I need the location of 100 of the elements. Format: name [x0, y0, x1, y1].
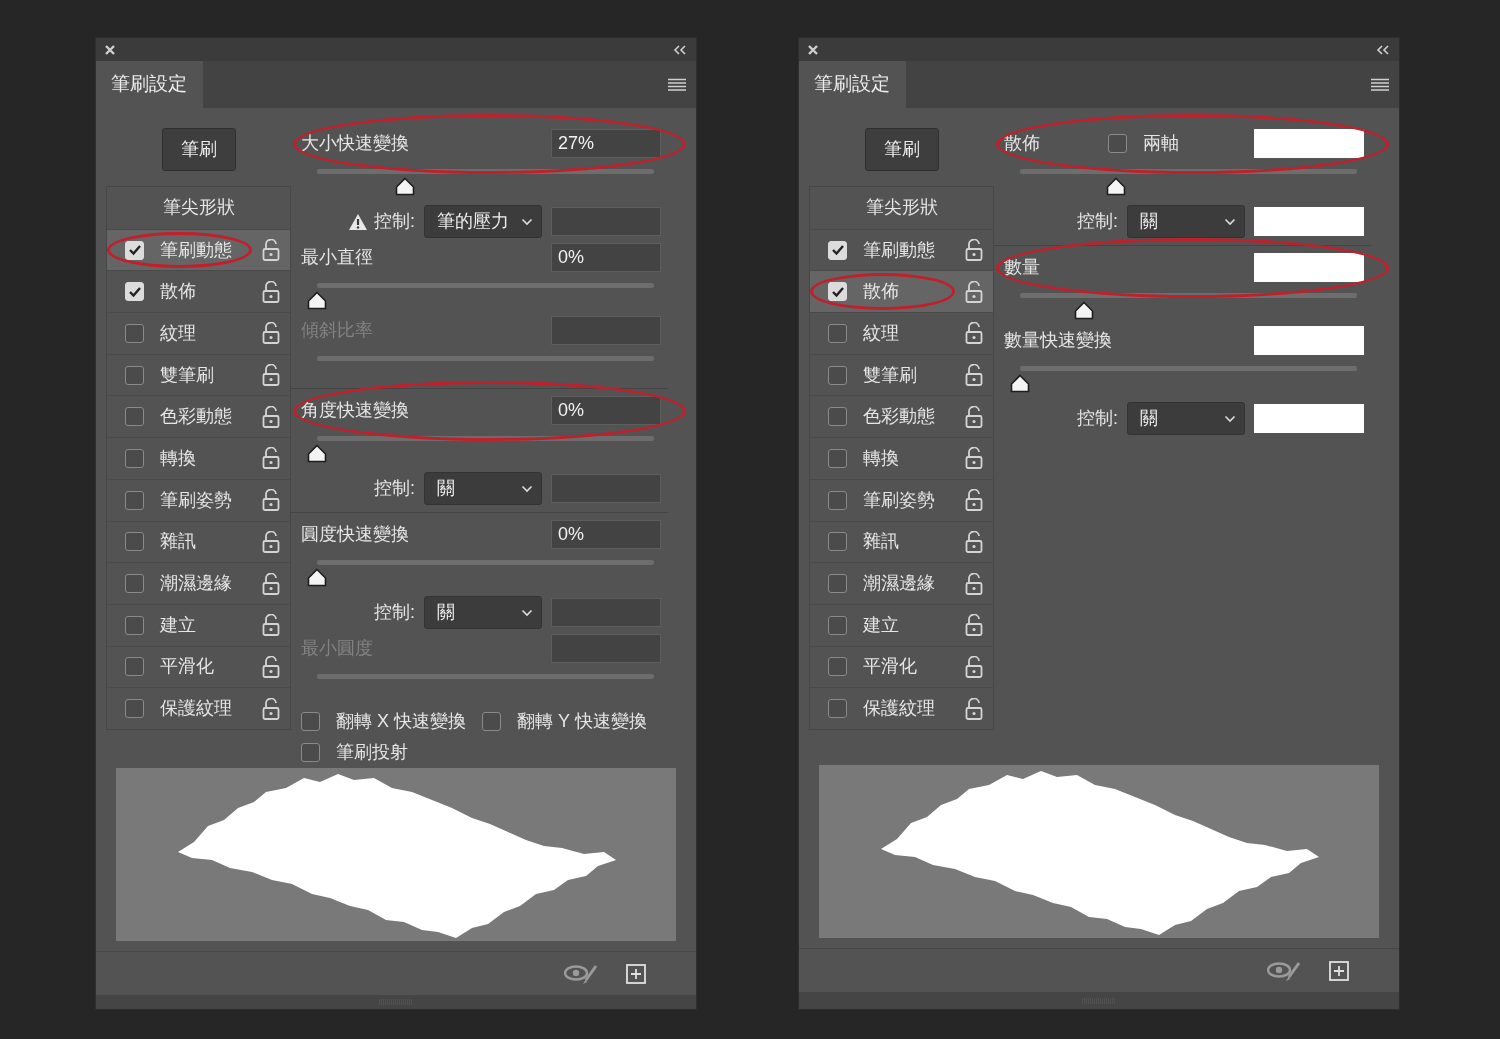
lock-icon[interactable]: [965, 405, 983, 428]
eye-brush-icon[interactable]: [564, 962, 598, 985]
panel-tab[interactable]: 筆刷設定: [799, 61, 906, 108]
lock-icon[interactable]: [262, 572, 280, 595]
lock-icon[interactable]: [262, 489, 280, 512]
checkbox[interactable]: [125, 407, 144, 427]
checkbox[interactable]: [301, 712, 320, 731]
checkbox[interactable]: [125, 699, 144, 719]
brush-category-item[interactable]: 雜訊: [810, 520, 993, 563]
close-icon[interactable]: [807, 43, 819, 56]
lock-icon[interactable]: [262, 447, 280, 470]
slider-thumb[interactable]: [1106, 176, 1127, 196]
value-field[interactable]: [551, 598, 661, 627]
value-field[interactable]: 0%: [551, 519, 661, 549]
value-field[interactable]: [551, 207, 661, 236]
menu-icon[interactable]: [668, 78, 686, 91]
value-field[interactable]: [551, 474, 661, 503]
brush-category-item[interactable]: 筆刷姿勢: [107, 478, 290, 521]
slider-thumb[interactable]: [307, 443, 327, 463]
brush-category-item[interactable]: 潮濕邊緣: [107, 562, 290, 604]
brush-category-item[interactable]: 雙筆刷: [107, 353, 290, 396]
brush-category-item[interactable]: 紋理: [810, 312, 993, 354]
lock-icon[interactable]: [262, 614, 280, 637]
checkbox[interactable]: [828, 323, 847, 343]
chevron-down-icon[interactable]: [1224, 217, 1236, 226]
chevron-down-icon[interactable]: [521, 608, 533, 617]
lock-icon[interactable]: [965, 447, 983, 470]
checkbox[interactable]: [1108, 133, 1127, 153]
lock-icon[interactable]: [965, 572, 983, 595]
value-field[interactable]: 27%: [551, 128, 661, 158]
slider-thumb[interactable]: [307, 290, 327, 310]
lock-icon[interactable]: [965, 239, 983, 262]
brush-category-item[interactable]: 潮濕邊緣: [810, 562, 993, 604]
brush-category-item[interactable]: 雜訊: [107, 520, 290, 563]
brush-category-item[interactable]: 紋理: [107, 312, 290, 354]
lock-icon[interactable]: [965, 530, 983, 553]
lock-icon[interactable]: [262, 697, 280, 720]
slider-thumb[interactable]: [1010, 373, 1030, 393]
checkbox[interactable]: [828, 532, 847, 552]
brush-category-item[interactable]: 散佈: [810, 270, 993, 313]
eye-brush-icon[interactable]: [1267, 959, 1301, 982]
checkbox[interactable]: [301, 743, 320, 762]
checkbox[interactable]: [828, 574, 847, 594]
chevron-down-icon[interactable]: [521, 217, 533, 226]
checkbox[interactable]: [125, 615, 144, 635]
plus-square-icon[interactable]: [626, 963, 646, 984]
lock-icon[interactable]: [965, 697, 983, 720]
lock-icon[interactable]: [262, 322, 280, 345]
chevron-down-icon[interactable]: [1224, 414, 1236, 423]
brush-category-item[interactable]: 筆刷動態: [107, 228, 290, 271]
brush-presets-button[interactable]: 筆刷: [864, 128, 939, 171]
checkbox[interactable]: [828, 407, 847, 427]
collapse-icon[interactable]: [1376, 44, 1389, 55]
control-dropdown[interactable]: 筆的壓力: [424, 205, 542, 238]
checkbox[interactable]: [125, 323, 144, 343]
lock-icon[interactable]: [262, 530, 280, 553]
slider-track[interactable]: [317, 356, 654, 361]
brush-category-item[interactable]: 平滑化: [107, 645, 290, 688]
slider-thumb[interactable]: [394, 176, 415, 196]
brush-category-item[interactable]: 保護紋理: [107, 687, 290, 729]
lock-icon[interactable]: [965, 614, 983, 637]
close-icon[interactable]: [104, 43, 116, 56]
control-dropdown[interactable]: 關: [424, 596, 542, 629]
checkbox[interactable]: [125, 657, 144, 677]
lock-icon[interactable]: [965, 280, 983, 303]
checkbox[interactable]: [125, 490, 144, 510]
value-field[interactable]: 0%: [551, 395, 661, 425]
lock-icon[interactable]: [262, 405, 280, 428]
brush-category-item[interactable]: 色彩動態: [107, 395, 290, 438]
brush-category-item[interactable]: 平滑化: [810, 645, 993, 688]
lock-icon[interactable]: [965, 322, 983, 345]
menu-icon[interactable]: [1371, 78, 1389, 91]
brush-category-item[interactable]: 轉換: [107, 437, 290, 479]
panel-tab[interactable]: 筆刷設定: [96, 61, 203, 108]
control-dropdown[interactable]: 關: [1127, 402, 1245, 435]
checkbox[interactable]: [828, 448, 847, 468]
checkbox[interactable]: [828, 490, 847, 510]
value-field[interactable]: 0%: [551, 242, 661, 272]
brush-category-item[interactable]: 雙筆刷: [810, 353, 993, 396]
collapse-icon[interactable]: [673, 44, 686, 55]
brush-category-item[interactable]: 建立: [107, 603, 290, 646]
control-dropdown[interactable]: 關: [1127, 205, 1245, 238]
brush-category-item[interactable]: 保護紋理: [810, 687, 993, 729]
slider-thumb[interactable]: [1074, 300, 1094, 320]
slider-track[interactable]: [317, 674, 654, 679]
chevron-down-icon[interactable]: [521, 484, 533, 493]
brush-category-item[interactable]: 建立: [810, 603, 993, 646]
checkbox[interactable]: [125, 532, 144, 552]
lock-icon[interactable]: [965, 364, 983, 387]
checkbox[interactable]: [125, 365, 144, 385]
brush-category-item[interactable]: 轉換: [810, 437, 993, 479]
checkbox[interactable]: [828, 365, 847, 385]
brush-category-item[interactable]: 色彩動態: [810, 395, 993, 438]
brush-presets-button[interactable]: 筆刷: [161, 128, 236, 171]
plus-square-icon[interactable]: [1329, 960, 1349, 981]
slider-thumb[interactable]: [307, 567, 327, 587]
checkbox[interactable]: [828, 615, 847, 635]
checkbox[interactable]: [828, 699, 847, 719]
category-heading[interactable]: 筆尖形狀: [162, 194, 235, 222]
lock-icon[interactable]: [965, 489, 983, 512]
